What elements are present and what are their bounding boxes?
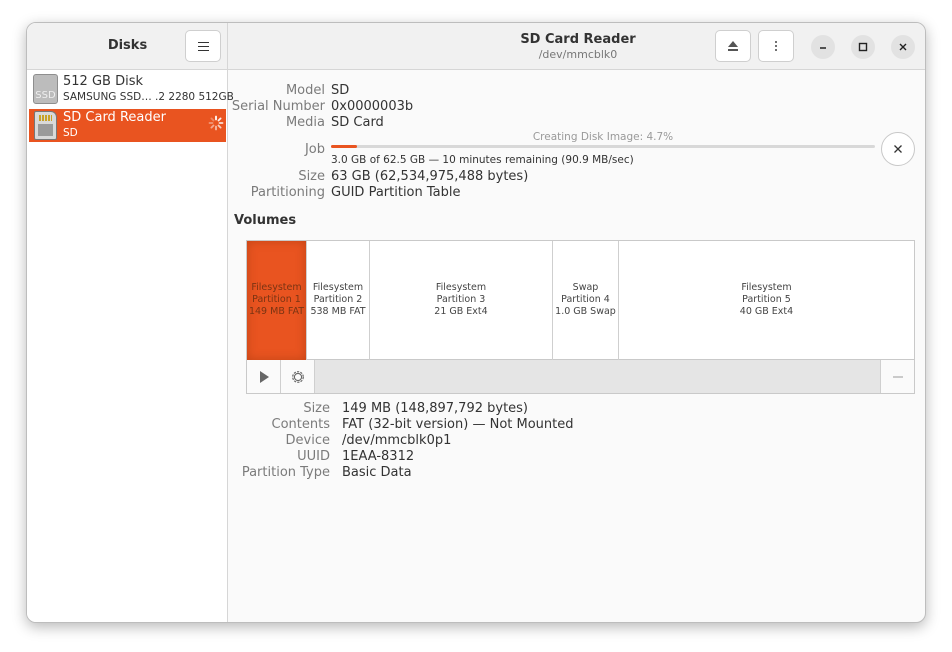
size-label: Size [298,169,325,184]
disk-subtitle: SD [63,127,78,139]
serial-number-value: 0x0000003b [331,99,414,114]
disk-name: SD Card Reader [63,110,166,125]
main-pane: SD Card Reader /dev/mmcblk0 Model SD Ser… [228,23,925,622]
partitioning-label: Partitioning [250,185,325,200]
device-label: Device [285,433,330,448]
cancel-job-button[interactable] [881,132,915,166]
contents-label: Contents [271,417,330,432]
partition-bar: Filesystem Partition 1 149 MB FAT Filesy… [247,241,914,360]
model-value: SD [331,83,350,98]
model-label: Model [285,83,325,98]
eject-icon [728,40,738,51]
partition-4-segment[interactable]: Swap Partition 4 1.0 GB Swap [553,241,619,360]
eject-button[interactable] [715,30,751,62]
device-value: /dev/mmcblk0p1 [342,433,452,448]
partition-settings-button[interactable] [281,360,315,393]
mount-button[interactable] [247,360,281,393]
minimize-button[interactable] [811,35,835,59]
volumes-heading: Volumes [234,213,297,228]
minimize-icon [820,47,826,49]
remove-partition-button[interactable] [880,360,914,393]
partition-size-label: Size [303,401,330,416]
volume-toolbar [247,360,914,393]
job-progress-bar [331,145,875,148]
ssd-icon: SSD [33,74,58,104]
close-icon [894,145,902,153]
partition-5-segment[interactable]: Filesystem Partition 5 40 GB Ext4 [619,241,914,360]
partition-3-segment[interactable]: Filesystem Partition 3 21 GB Ext4 [370,241,553,360]
sd-card-icon [34,111,57,140]
gear-icon [291,370,304,383]
sidebar-header: Disks [27,23,227,70]
job-caption: Creating Disk Image: 4.7% [532,131,674,143]
partition-type-value: Basic Data [342,465,412,480]
disks-window: Disks SSD 512 GB Disk SAMSUNG SSD… .2 22… [26,22,926,623]
serial-number-label: Serial Number [231,99,325,114]
close-icon [899,43,907,51]
maximize-icon [858,42,868,52]
disk-list-item-512gb[interactable]: SSD 512 GB Disk SAMSUNG SSD… .2 2280 512… [29,73,234,106]
disk-list-item-sd-card-reader[interactable]: SD Card Reader SD [29,109,226,142]
contents-value: FAT (32-bit version) — Not Mounted [342,417,574,432]
uuid-value: 1EAA-8312 [342,449,415,464]
close-window-button[interactable] [891,35,915,59]
menu-button[interactable] [185,30,221,62]
uuid-label: UUID [297,449,330,464]
hamburger-icon [197,41,209,51]
job-detail: 3.0 GB of 62.5 GB — 10 minutes remaining… [331,154,634,166]
partition-type-label: Partition Type [241,465,330,480]
partition-1-segment[interactable]: Filesystem Partition 1 149 MB FAT [247,241,307,360]
partition-2-segment[interactable]: Filesystem Partition 2 538 MB FAT [307,241,370,360]
minus-icon [892,376,903,377]
job-label: Job [304,142,325,157]
job-progress-fill [331,145,357,148]
maximize-button[interactable] [851,35,875,59]
drive-options-button[interactable] [758,30,794,62]
media-value: SD Card [331,115,384,130]
vertical-dots-icon [775,41,777,51]
sidebar: Disks SSD 512 GB Disk SAMSUNG SSD… .2 22… [27,23,234,622]
busy-spinner-icon [208,115,224,131]
size-value: 63 GB (62,534,975,488 bytes) [331,169,529,184]
partition-size-value: 149 MB (148,897,792 bytes) [342,401,529,416]
header-bar: SD Card Reader /dev/mmcblk0 [228,23,925,70]
partitioning-value: GUID Partition Table [331,185,461,200]
volumes-map: Filesystem Partition 1 149 MB FAT Filesy… [246,240,915,394]
disk-name: 512 GB Disk [63,74,143,89]
disk-subtitle: SAMSUNG SSD… .2 2280 512GB [63,91,234,103]
media-label: Media [285,115,325,130]
play-icon [259,370,269,383]
